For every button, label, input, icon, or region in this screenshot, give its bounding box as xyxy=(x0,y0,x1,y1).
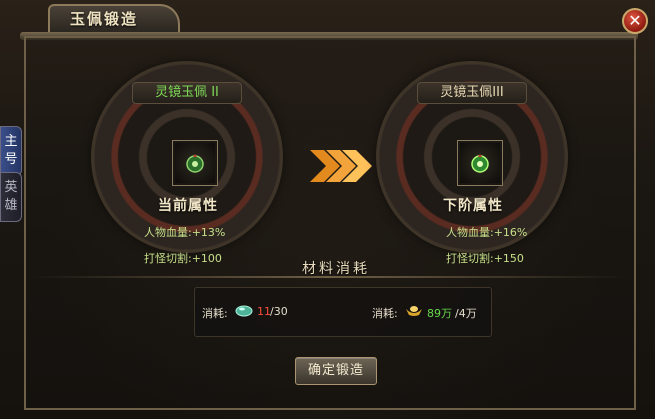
material-1-need: /30 xyxy=(270,305,288,318)
inner-panel xyxy=(24,36,636,410)
jade-stone-icon[interactable] xyxy=(235,302,253,318)
current-stat-cut: 打怪切割:+100 xyxy=(144,252,222,265)
material-2-have: 89万 xyxy=(427,307,452,320)
current-item-name: 灵镜玉佩 II xyxy=(132,82,242,104)
gold-ingot-icon[interactable] xyxy=(405,303,423,317)
next-stat-hp: 人物血量:+16% xyxy=(446,226,528,239)
upgrade-arrows-icon xyxy=(310,150,372,182)
next-attributes-label: 下阶属性 xyxy=(443,198,503,214)
next-item-name: 灵镜玉佩III xyxy=(417,82,527,104)
close-button[interactable]: ✕ xyxy=(622,8,648,34)
material-1-label: 消耗: xyxy=(202,307,228,320)
materials-title: 材料消耗 xyxy=(302,261,370,277)
current-stat-hp: 人物血量:+13% xyxy=(144,226,226,239)
material-2-need: /4万 xyxy=(455,307,477,320)
confirm-forge-button[interactable]: 确定锻造 xyxy=(295,357,377,385)
material-2-label: 消耗: xyxy=(372,307,398,320)
window-title: 玉佩锻造 xyxy=(70,10,139,28)
jade-pendant-icon xyxy=(471,154,489,173)
next-item-slot[interactable] xyxy=(457,140,503,186)
tab-main-character[interactable]: 主号 xyxy=(0,126,22,176)
forge-window: 玉佩锻造 ✕ 主号 英雄 灵镜玉佩 II 当前属性 人物血量:+13% 打怪切割… xyxy=(0,0,655,419)
tab-hero[interactable]: 英雄 xyxy=(0,172,22,222)
jade-pendant-icon xyxy=(186,154,204,173)
material-1-have: 11 xyxy=(257,305,271,318)
next-stat-cut: 打怪切割:+150 xyxy=(446,252,524,265)
current-item-slot[interactable] xyxy=(172,140,218,186)
current-attributes-label: 当前属性 xyxy=(158,198,218,214)
materials-panel: 消耗: 11 /30 消耗: 89万 /4万 xyxy=(194,287,492,337)
